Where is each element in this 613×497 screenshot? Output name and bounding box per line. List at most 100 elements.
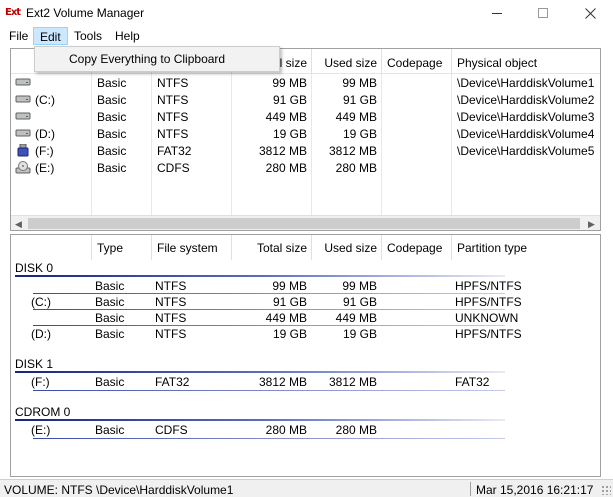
header-physical-object[interactable]: Physical object (457, 56, 537, 70)
volume-physical: \Device\HarddiskVolume5 (457, 144, 595, 158)
header-codepage[interactable]: Codepage (387, 56, 442, 70)
menu-edit[interactable]: Edit (33, 27, 68, 45)
volume-physical: \Device\HarddiskVolume1 (457, 76, 595, 90)
volume-row[interactable]: (D:) Basic NTFS 19 GB 19 GB \Device\Hard… (11, 125, 600, 142)
volume-total: 91 GB (272, 93, 307, 107)
volume-fs: FAT32 (157, 144, 192, 158)
header-used-size[interactable]: Used size (311, 56, 377, 70)
header-total-size[interactable]: Total size (235, 241, 307, 255)
menu-tools[interactable]: Tools (68, 27, 108, 45)
hard-drive-icon (15, 78, 31, 86)
partition-used: 3812 MB (328, 375, 377, 389)
partition-total: 99 MB (272, 279, 307, 293)
volume-row[interactable]: (F:) Basic FAT32 3812 MB 3812 MB \Device… (11, 142, 600, 159)
volume-name: (E:) (35, 161, 55, 175)
partition-row[interactable]: (D:) Basic NTFS 19 GB 19 GB HPFS/NTFS (11, 325, 600, 342)
volume-physical: \Device\HarddiskVolume4 (457, 127, 595, 141)
status-separator (470, 482, 471, 496)
volume-row[interactable]: Basic NTFS 99 MB 99 MB \Device\HarddiskV… (11, 74, 600, 91)
partition-fs: NTFS (155, 295, 187, 309)
partition-total: 91 GB (272, 295, 307, 309)
volume-name: (D:) (35, 127, 55, 141)
partition-fs: CDFS (155, 423, 188, 437)
partition-used: 449 MB (335, 311, 377, 325)
header-codepage[interactable]: Codepage (387, 241, 442, 255)
partition-fs: NTFS (155, 327, 187, 341)
partition-name: (E:) (31, 423, 51, 437)
maximize-icon (538, 8, 548, 18)
partition-ptype: UNKNOWN (455, 311, 519, 325)
hard-drive-icon (15, 112, 31, 120)
partition-type: Basic (95, 423, 125, 437)
scroll-right-icon[interactable]: ▶ (588, 219, 595, 230)
partition-used: 280 MB (335, 423, 377, 437)
edit-dropdown: Copy Everything to Clipboard (34, 46, 280, 72)
partition-row[interactable]: (F:) Basic FAT32 3812 MB 3812 MB FAT32 (11, 373, 600, 390)
header-file-system[interactable]: File system (157, 241, 218, 255)
menu-item-copy-everything[interactable]: Copy Everything to Clipboard (69, 52, 225, 66)
volume-fs: CDFS (157, 161, 190, 175)
volume-total: 99 MB (272, 76, 307, 90)
volume-row[interactable]: (C:) Basic NTFS 91 GB 91 GB \Device\Hard… (11, 91, 600, 108)
row-divider (33, 438, 505, 439)
hard-drive-icon (15, 129, 31, 137)
volume-used: 99 MB (342, 76, 377, 90)
partition-row[interactable]: Basic NTFS 449 MB 449 MB UNKNOWN (11, 309, 600, 326)
close-button[interactable] (567, 0, 613, 26)
app-icon: Ext (5, 7, 21, 18)
partition-name: (F:) (31, 375, 50, 389)
minimize-icon (492, 12, 502, 14)
volume-type: Basic (97, 110, 127, 124)
partition-ptype: FAT32 (455, 375, 490, 389)
partition-type: Basic (95, 375, 125, 389)
row-divider (33, 390, 505, 391)
partition-used: 99 MB (342, 279, 377, 293)
minimize-button[interactable] (474, 0, 520, 26)
volume-type: Basic (97, 93, 127, 107)
volume-total: 449 MB (265, 110, 307, 124)
volume-total: 280 MB (265, 161, 307, 175)
header-type[interactable]: Type (97, 241, 123, 255)
partition-used: 19 GB (342, 327, 377, 341)
volume-physical: \Device\HarddiskVolume3 (457, 110, 595, 124)
header-partition-type[interactable]: Partition type (457, 241, 527, 255)
partition-fs: NTFS (155, 311, 187, 325)
volume-used: 3812 MB (328, 144, 377, 158)
partition-row[interactable]: (C:) Basic NTFS 91 GB 91 GB HPFS/NTFS (11, 293, 600, 310)
column-divider (381, 235, 382, 260)
volume-row[interactable]: (E:) Basic CDFS 280 MB 280 MB (11, 159, 600, 176)
partition-name: (D:) (31, 327, 51, 341)
header-used-size[interactable]: Used size (311, 241, 377, 255)
volume-type: Basic (97, 161, 127, 175)
volume-fs: NTFS (157, 93, 189, 107)
scroll-left-icon[interactable]: ◀ (15, 219, 22, 230)
partition-row[interactable]: (E:) Basic CDFS 280 MB 280 MB (11, 421, 600, 438)
volume-used: 19 GB (342, 127, 377, 141)
partition-name: (C:) (31, 295, 51, 309)
partition-ptype: HPFS/NTFS (455, 295, 522, 309)
window-title: Ext2 Volume Manager (26, 6, 145, 20)
column-divider (91, 235, 92, 260)
scrollbar-thumb[interactable] (28, 218, 580, 229)
column-divider (231, 235, 232, 260)
resize-grip-icon[interactable] (601, 485, 611, 495)
volume-type: Basic (97, 144, 127, 158)
volume-list[interactable]: Total size Used size Codepage Physical o… (10, 48, 601, 231)
partition-total: 449 MB (265, 311, 307, 325)
partition-type: Basic (95, 279, 125, 293)
maximize-button[interactable] (520, 0, 566, 26)
volume-total: 3812 MB (258, 144, 307, 158)
column-divider (381, 49, 382, 74)
volume-fs: NTFS (157, 127, 189, 141)
title-bar: Ext Ext2 Volume Manager (0, 0, 613, 26)
disk-list[interactable]: Type File system Total size Used size Co… (10, 234, 601, 477)
menu-file[interactable]: File (3, 27, 34, 45)
menu-help[interactable]: Help (109, 27, 146, 45)
volume-used: 280 MB (335, 161, 377, 175)
volume-fs: NTFS (157, 76, 189, 90)
usb-drive-icon (17, 144, 29, 157)
volume-row[interactable]: Basic NTFS 449 MB 449 MB \Device\Harddis… (11, 108, 600, 125)
close-icon (584, 7, 596, 19)
partition-row[interactable]: Basic NTFS 99 MB 99 MB HPFS/NTFS (11, 277, 600, 294)
horizontal-scrollbar[interactable]: ◀ ▶ (11, 215, 600, 230)
